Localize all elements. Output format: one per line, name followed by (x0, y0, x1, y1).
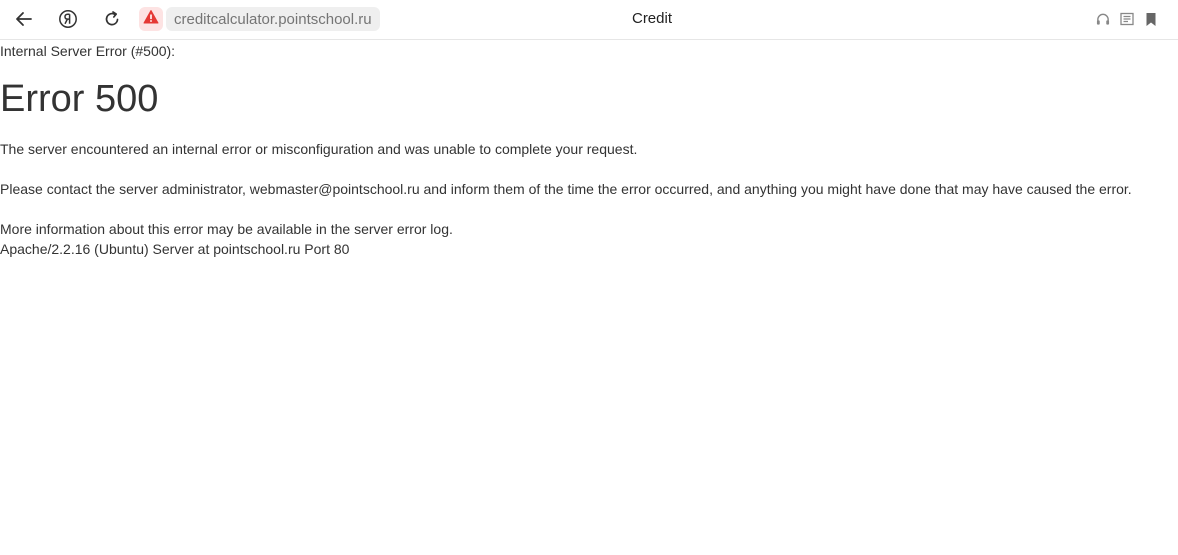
error-heading: Error 500 (0, 78, 159, 120)
reload-button[interactable] (99, 6, 125, 32)
error-label: Internal Server Error (#500): (0, 43, 176, 59)
bookmark-icon[interactable] (1144, 10, 1158, 28)
reload-icon (103, 10, 121, 28)
site-security-indicator[interactable] (139, 7, 163, 31)
yandex-icon (58, 9, 78, 29)
error-description: The server encountered an internal error… (0, 141, 638, 157)
toolbar-right-icons (1096, 10, 1158, 28)
warning-icon (143, 9, 159, 30)
address-bar[interactable]: creditcalculator.pointschool.ru (166, 7, 380, 31)
tab-title: Credit (631, 10, 672, 27)
error-log-note: More information about this error may be… (0, 221, 453, 237)
server-signature: Apache/2.2.16 (Ubuntu) Server at pointsc… (0, 241, 350, 257)
headphones-icon[interactable] (1096, 10, 1110, 28)
back-button[interactable] (11, 6, 37, 32)
yandex-button[interactable] (55, 6, 81, 32)
back-arrow-icon (15, 10, 33, 28)
browser-toolbar: creditcalculator.pointschool.ru Credit (0, 0, 1178, 40)
address-text: creditcalculator.pointschool.ru (174, 10, 372, 28)
contact-instructions: Please contact the server administrator,… (0, 181, 1132, 197)
reader-mode-icon[interactable] (1120, 10, 1134, 28)
page-content: Internal Server Error (#500): Error 500 … (0, 40, 1178, 259)
